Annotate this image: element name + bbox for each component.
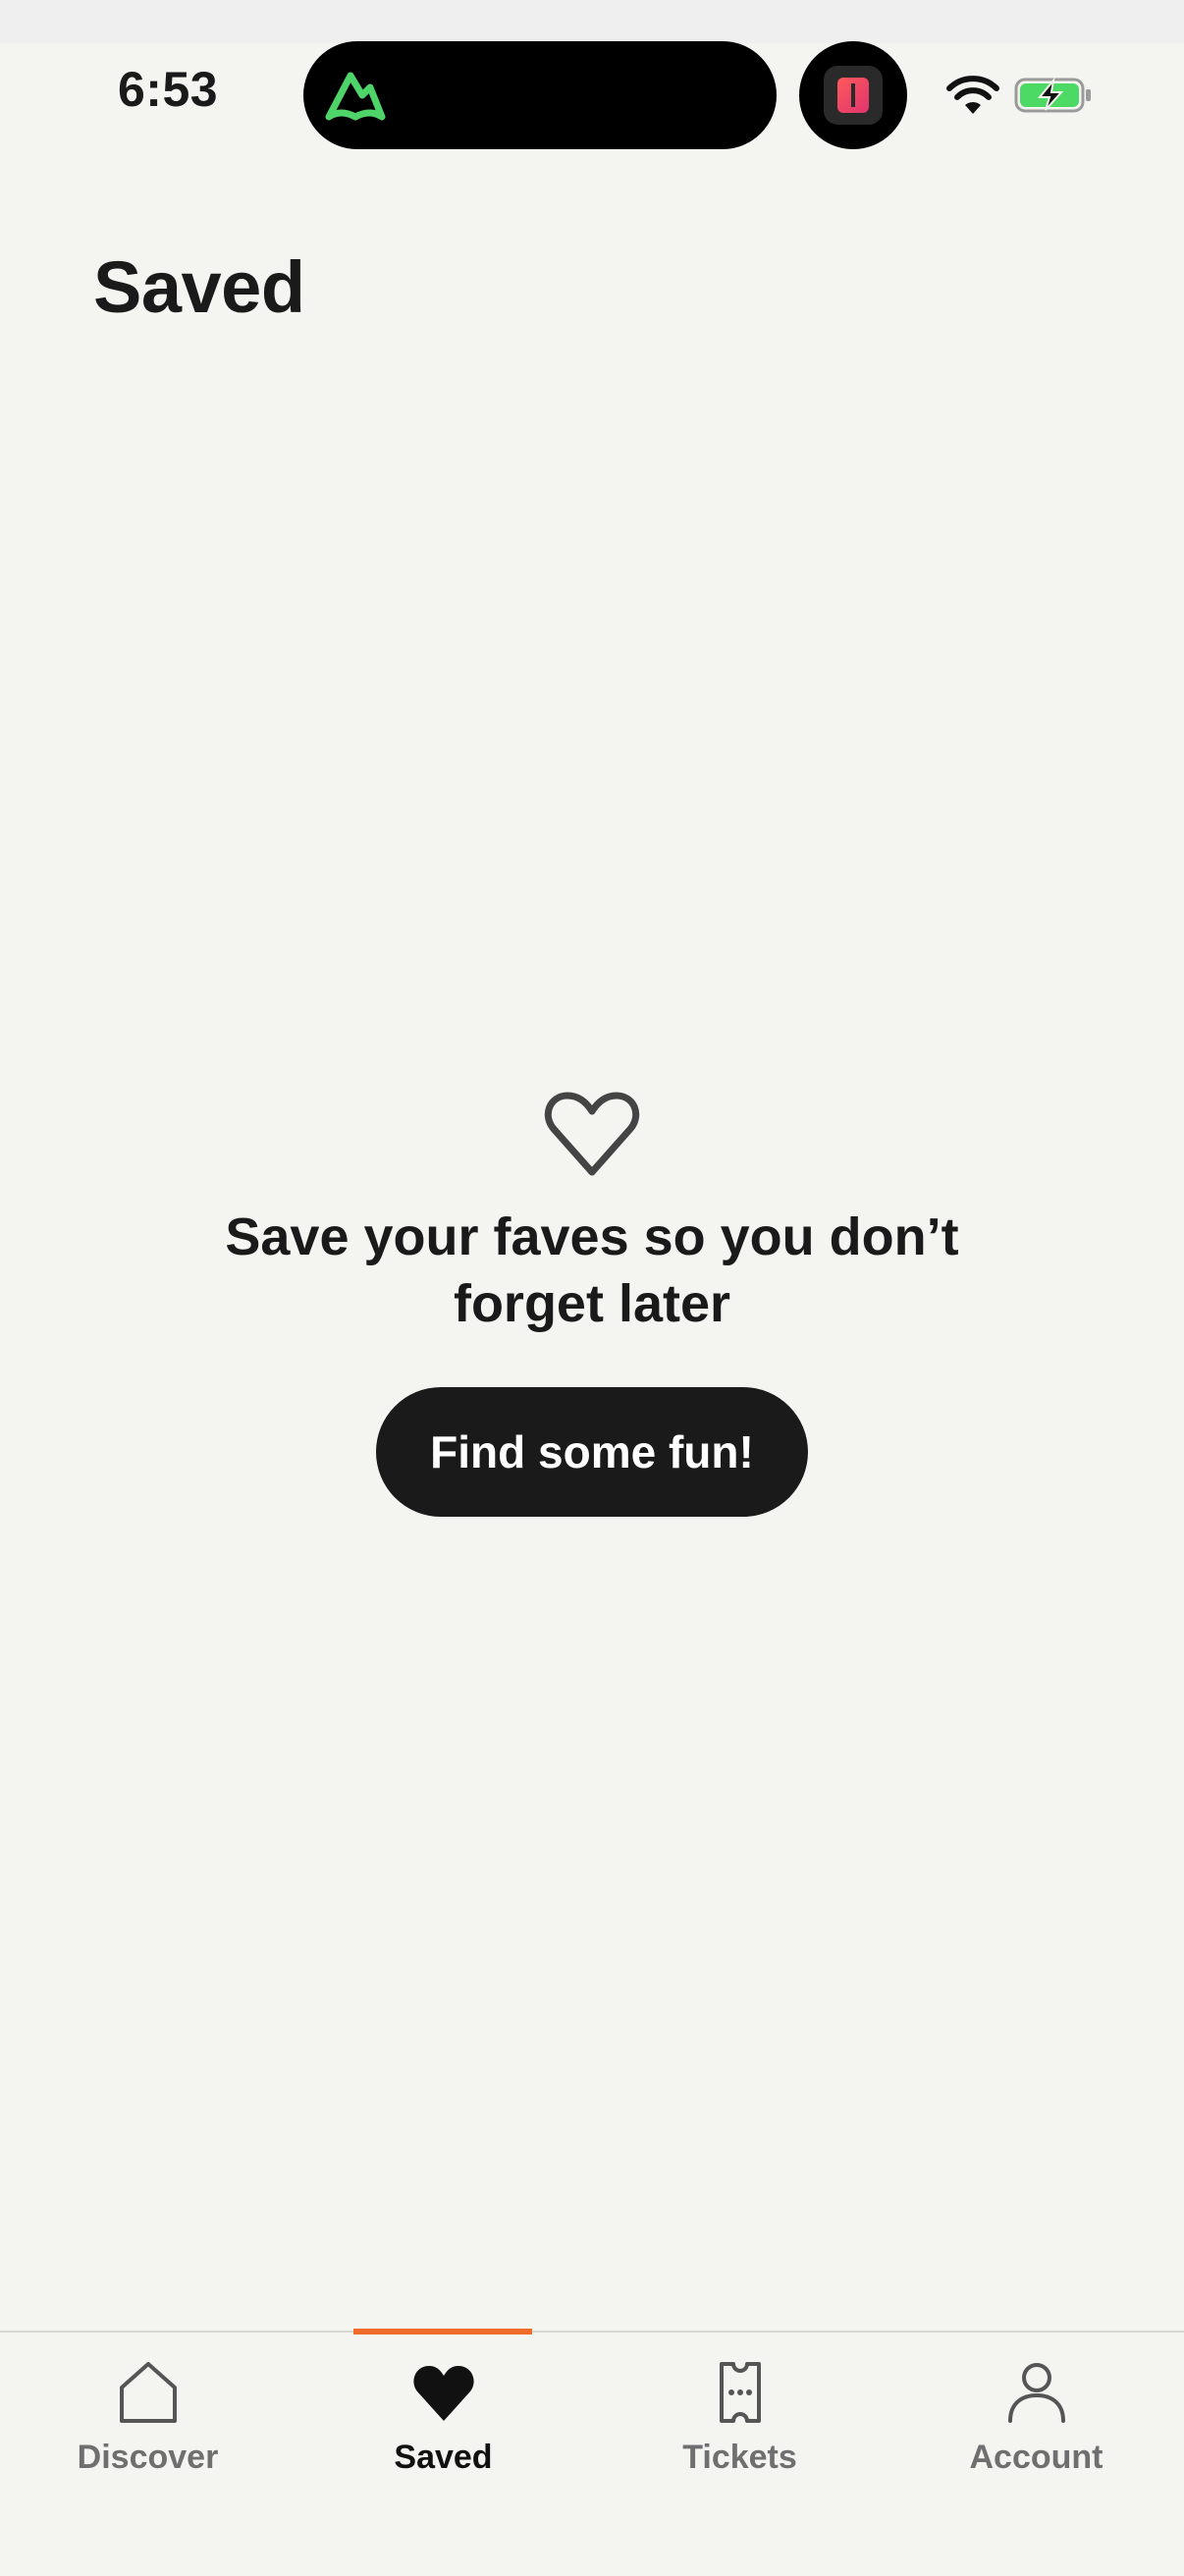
status-time: 6:53 [118, 62, 219, 117]
home-icon [119, 2362, 177, 2423]
empty-state-message: Save your faves so you don’t forget late… [225, 1208, 959, 1333]
battery-charging-icon [1014, 77, 1091, 113]
tab-label-discover: Discover [77, 2439, 219, 2476]
mountain-app-icon [325, 72, 386, 121]
tab-saved[interactable]: Saved [296, 2333, 591, 2529]
dynamic-island[interactable] [303, 41, 777, 149]
find-some-fun-button[interactable]: Find some fun! [376, 1387, 808, 1517]
tab-label-account: Account [969, 2439, 1103, 2476]
tab-label-tickets: Tickets [682, 2439, 797, 2476]
status-bar-strip [0, 0, 1184, 43]
empty-state: Save your faves so you don’t forget late… [0, 1090, 1184, 1337]
page-title: Saved [93, 246, 305, 328]
wifi-icon [946, 76, 999, 114]
tab-discover[interactable]: Discover [0, 2333, 296, 2529]
ticket-icon [719, 2362, 761, 2423]
live-activity-bubble[interactable] [799, 41, 907, 149]
tab-tickets[interactable]: Tickets [592, 2333, 888, 2529]
heart-outline-icon [544, 1092, 640, 1176]
heart-icon [412, 2366, 474, 2421]
app-logo-icon [824, 66, 883, 125]
tab-label-saved: Saved [394, 2439, 493, 2476]
status-bar: 6:53 [0, 0, 1184, 149]
person-icon [1007, 2363, 1065, 2423]
tab-account[interactable]: Account [888, 2333, 1184, 2529]
bottom-tab-bar: Discover Saved Tickets Account [0, 2329, 1184, 2576]
